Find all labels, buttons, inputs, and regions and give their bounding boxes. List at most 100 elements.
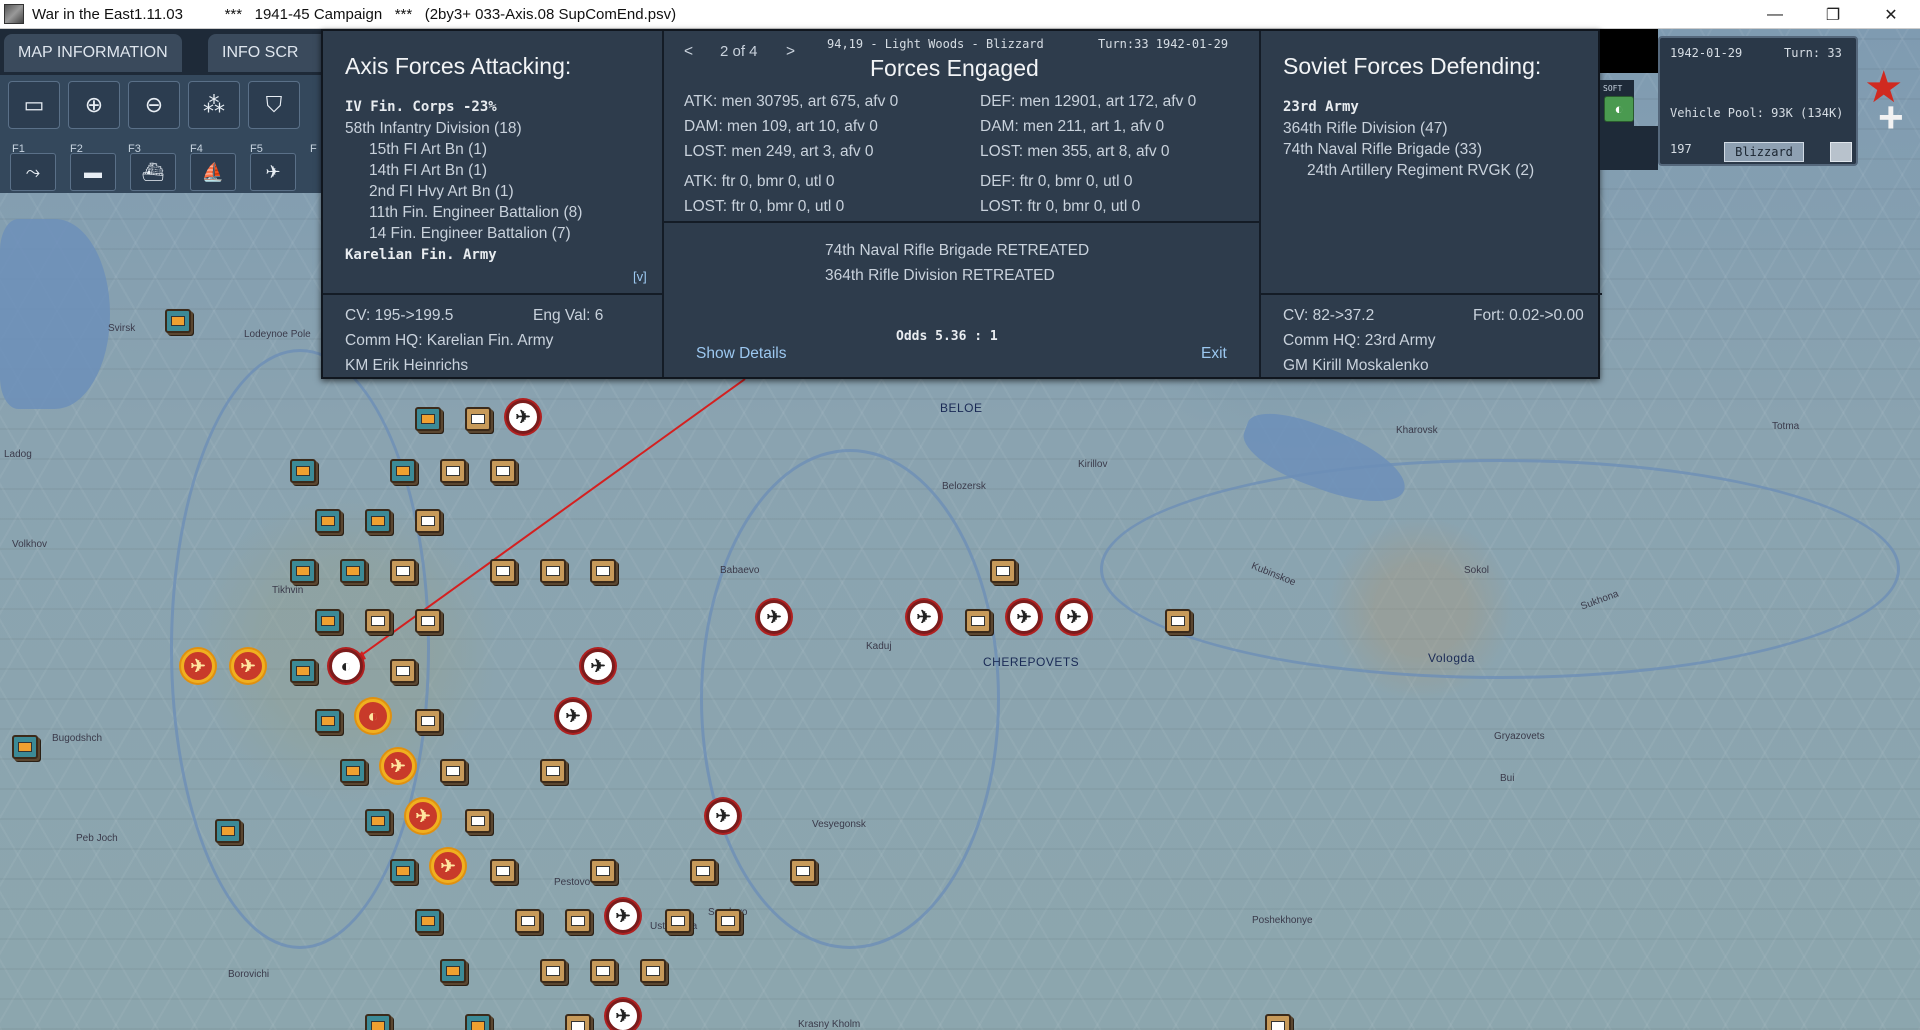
axis-unit-counter[interactable]: [565, 1014, 591, 1030]
finnish-hq-counter[interactable]: [215, 819, 241, 843]
soviet-comm-hq: Comm HQ: 23rd Army: [1283, 332, 1436, 349]
finnish-unit-counter[interactable]: [365, 509, 391, 533]
axis-unit-counter[interactable]: [1265, 1014, 1291, 1030]
soviet-fort: Fort: 0.02->0.00: [1473, 307, 1584, 324]
finnish-hq-counter[interactable]: [290, 459, 316, 483]
air-unit-disc[interactable]: ◐: [356, 699, 390, 733]
axis-unit-counter[interactable]: [490, 859, 516, 883]
axis-unit-counter[interactable]: [440, 759, 466, 783]
map-view-button[interactable]: ▭: [8, 81, 60, 129]
tab-map-information[interactable]: MAP INFORMATION: [4, 34, 182, 72]
tab-info-screens[interactable]: INFO SCR: [208, 34, 328, 72]
combat-result: 364th Rifle Division RETREATED: [825, 267, 1055, 284]
finnish-unit-counter[interactable]: [390, 459, 416, 483]
axis-unit-counter[interactable]: [465, 407, 491, 431]
finnish-unit-counter[interactable]: [390, 859, 416, 883]
next-combat-button[interactable]: >: [786, 43, 795, 61]
axis-unit-counter[interactable]: [490, 559, 516, 583]
air-unit-disc[interactable]: ✈: [406, 799, 440, 833]
place-name: Kharovsk: [1396, 425, 1438, 436]
minimize-button[interactable]: —: [1746, 0, 1804, 29]
soviet-unit-disc[interactable]: ◐: [329, 649, 363, 683]
finnish-unit-counter[interactable]: [415, 407, 441, 431]
axis-unit-counter[interactable]: [415, 609, 441, 633]
air-unit-disc[interactable]: ✈: [181, 649, 215, 683]
finnish-unit-counter[interactable]: [315, 609, 341, 633]
axis-unit-counter[interactable]: [1165, 609, 1191, 633]
axis-unit-counter[interactable]: [640, 959, 666, 983]
axis-unit-counter[interactable]: [415, 709, 441, 733]
axis-unit: 58th Infantry Division (18): [345, 120, 522, 137]
soviet-unit-disc[interactable]: ✈: [606, 899, 640, 933]
axis-unit-counter[interactable]: [790, 859, 816, 883]
air-units-button[interactable]: ✈: [250, 153, 296, 191]
naval-units-button[interactable]: ⛴: [130, 153, 176, 191]
finnish-unit-counter[interactable]: [340, 559, 366, 583]
soviet-unit-disc[interactable]: ✈: [706, 799, 740, 833]
hud-option-button[interactable]: [1830, 142, 1852, 162]
finnish-unit-counter[interactable]: [340, 759, 366, 783]
axis-unit-counter[interactable]: [490, 459, 516, 483]
fleet-units-button[interactable]: ⛵: [190, 153, 236, 191]
finnish-unit-counter[interactable]: [415, 909, 441, 933]
exit-button[interactable]: Exit: [1201, 345, 1227, 363]
finnish-unit-counter[interactable]: [315, 709, 341, 733]
zoom-out-button[interactable]: ⊖: [128, 81, 180, 129]
close-button[interactable]: ✕: [1862, 0, 1920, 29]
axis-unit-counter[interactable]: [440, 459, 466, 483]
axis-unit-counter[interactable]: [365, 609, 391, 633]
finnish-unit-counter[interactable]: [315, 509, 341, 533]
units-filter-button[interactable]: ⁂: [188, 81, 240, 129]
place-name: Ladog: [4, 449, 32, 460]
axis-unit-counter[interactable]: [590, 959, 616, 983]
axis-unit-counter[interactable]: [590, 859, 616, 883]
finnish-unit-counter[interactable]: [290, 659, 316, 683]
air-unit-disc[interactable]: ✈: [231, 649, 265, 683]
soviet-unit-disc[interactable]: ✈: [556, 699, 590, 733]
axis-unit-counter[interactable]: [690, 859, 716, 883]
weather-button[interactable]: Blizzard: [1724, 142, 1804, 162]
soviet-unit: 364th Rifle Division (47): [1283, 120, 1448, 137]
axis-unit-counter[interactable]: [990, 559, 1016, 583]
expand-toggle[interactable]: [v]: [633, 269, 647, 284]
finnish-unit-counter[interactable]: [440, 959, 466, 983]
soviet-unit-disc[interactable]: ✈: [907, 600, 941, 634]
axis-unit-counter[interactable]: [965, 609, 991, 633]
maximize-button[interactable]: ❐: [1804, 0, 1862, 29]
axis-unit-counter[interactable]: [390, 659, 416, 683]
axis-unit-counter[interactable]: [565, 909, 591, 933]
air-unit-disc[interactable]: ✈: [431, 849, 465, 883]
soviet-unit-disc[interactable]: ✈: [1007, 600, 1041, 634]
soviet-unit-disc[interactable]: ✈: [581, 649, 615, 683]
soviet-unit-disc[interactable]: ✈: [1057, 600, 1091, 634]
soft-toggle-button[interactable]: ◐: [1604, 96, 1634, 122]
axis-unit-counter[interactable]: [390, 559, 416, 583]
axis-unit-counter[interactable]: [540, 759, 566, 783]
axis-unit-counter[interactable]: [515, 909, 541, 933]
axis-unit-counter[interactable]: [715, 909, 741, 933]
soviet-unit-disc[interactable]: ✈: [606, 999, 640, 1030]
finnish-unit-counter[interactable]: [365, 809, 391, 833]
atk-air-lost: LOST: ftr 0, bmr 0, utl 0: [684, 198, 845, 215]
finnish-unit-counter[interactable]: [465, 1014, 491, 1030]
finnish-unit-counter[interactable]: [12, 735, 38, 759]
axis-unit-counter[interactable]: [415, 509, 441, 533]
axis-unit-counter[interactable]: [590, 559, 616, 583]
axis-unit-counter[interactable]: [465, 809, 491, 833]
finnish-unit-counter[interactable]: [365, 1014, 391, 1030]
show-details-button[interactable]: Show Details: [696, 345, 786, 363]
soviet-unit-disc[interactable]: ✈: [757, 600, 791, 634]
axis-unit-counter[interactable]: [540, 959, 566, 983]
prev-combat-button[interactable]: <: [684, 43, 693, 61]
air-unit-disc[interactable]: ✈: [381, 749, 415, 783]
ground-units-button[interactable]: ▬: [70, 153, 116, 191]
rail-view-button[interactable]: ⤳: [10, 153, 56, 191]
axis-unit-counter[interactable]: [540, 559, 566, 583]
axis-unit-counter[interactable]: [665, 909, 691, 933]
soviet-unit-disc[interactable]: ✈: [506, 400, 540, 434]
finnish-unit-counter[interactable]: [290, 559, 316, 583]
zoom-in-button[interactable]: ⊕: [68, 81, 120, 129]
defense-button[interactable]: ⛉: [248, 81, 300, 129]
finnish-unit-counter[interactable]: [165, 309, 191, 333]
soviet-cv: CV: 82->37.2: [1283, 307, 1375, 324]
